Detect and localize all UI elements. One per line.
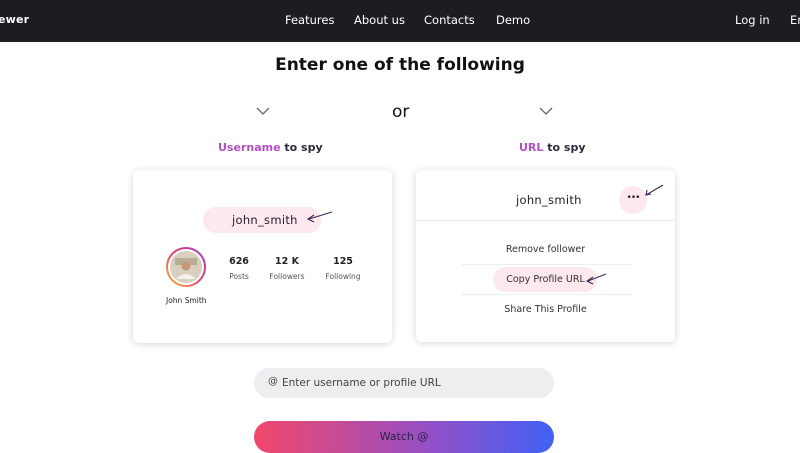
following-label: Following bbox=[325, 272, 361, 281]
followers-label: Followers bbox=[269, 272, 305, 281]
following-count: 125 bbox=[333, 256, 353, 267]
chevron-down-icon bbox=[539, 107, 553, 115]
nav-demo[interactable]: Demo bbox=[496, 13, 530, 27]
logo[interactable]: ewer bbox=[0, 13, 29, 26]
label-accent: URL bbox=[519, 141, 544, 154]
profile-name: John Smith bbox=[166, 296, 207, 305]
url-option-label: URL to spy bbox=[519, 141, 586, 154]
arrow-annotation-icon bbox=[645, 184, 664, 196]
nav-features[interactable]: Features bbox=[285, 13, 334, 27]
avatar bbox=[166, 247, 206, 287]
username-option-label: Username to spy bbox=[218, 141, 323, 154]
arrow-annotation-icon bbox=[585, 273, 607, 285]
top-navigation-bar: ewer Features About us Contacts Demo Log… bbox=[0, 0, 800, 42]
nav-about-us[interactable]: About us bbox=[354, 13, 405, 27]
language-selector[interactable]: En bbox=[790, 13, 800, 27]
label-accent: Username bbox=[218, 141, 281, 154]
menu-copy-profile-url[interactable]: Copy Profile URL bbox=[416, 274, 675, 285]
label-rest: to spy bbox=[543, 141, 586, 154]
menu-remove-follower[interactable]: Remove follower bbox=[416, 244, 675, 255]
card-divider bbox=[416, 220, 675, 221]
label-rest: to spy bbox=[280, 141, 323, 154]
arrow-annotation-icon bbox=[306, 211, 333, 223]
username-text: john_smith bbox=[232, 213, 298, 227]
username-text: john_smith bbox=[516, 193, 582, 207]
menu-separator bbox=[462, 294, 632, 295]
search-field[interactable]: @ bbox=[254, 368, 554, 398]
chevron-down-icon bbox=[256, 107, 270, 115]
menu-separator bbox=[462, 264, 632, 265]
watch-button[interactable]: Watch @ bbox=[254, 421, 554, 453]
page-title: Enter one of the following bbox=[275, 55, 525, 75]
search-input[interactable] bbox=[282, 368, 542, 398]
nav-contacts[interactable]: Contacts bbox=[424, 13, 475, 27]
login-link[interactable]: Log in bbox=[735, 13, 770, 27]
at-icon: @ bbox=[268, 376, 278, 387]
followers-count: 12 K bbox=[275, 256, 299, 267]
menu-share-profile[interactable]: Share This Profile bbox=[416, 304, 675, 315]
or-separator: or bbox=[392, 102, 410, 122]
